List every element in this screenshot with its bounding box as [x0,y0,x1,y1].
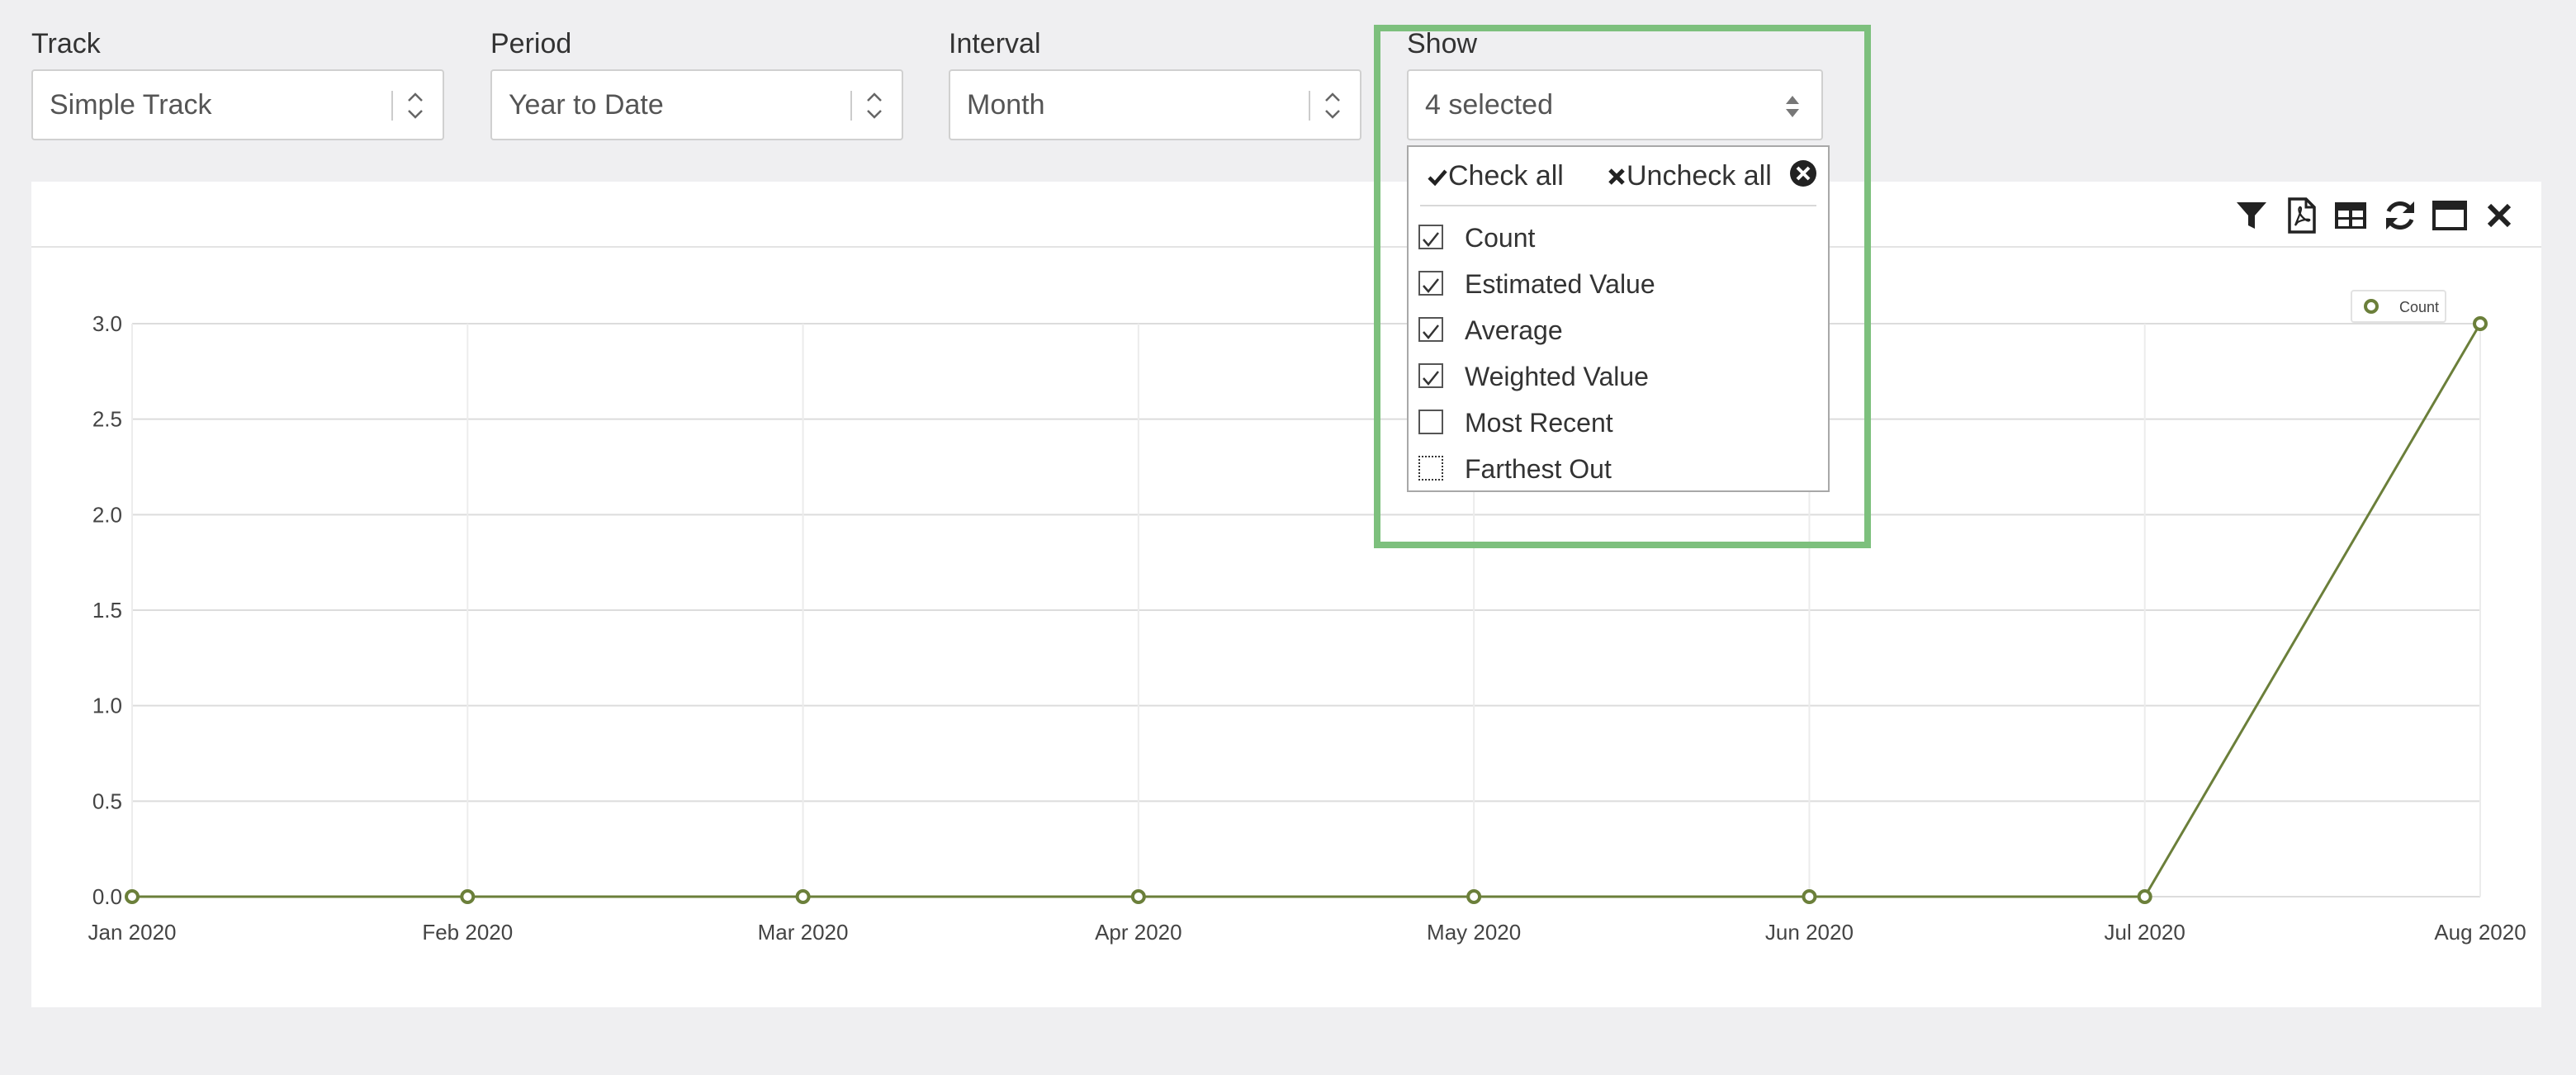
legend-label: Count [2399,299,2439,315]
x-tick-label: Jan 2020 [88,920,177,945]
y-axis-ticks: 0.0 0.5 1.0 1.5 2.0 2.5 3.0 [92,311,122,909]
x-tick-label: Aug 2020 [2434,920,2526,945]
x-tick-label: Jul 2020 [2105,920,2185,945]
y-tick-label: 3.0 [92,311,122,336]
data-point [1802,889,1817,904]
focus-highlight-box [1374,25,1871,548]
x-tick-label: Feb 2020 [422,920,513,945]
x-tick-label: Jun 2020 [1765,920,1854,945]
y-tick-label: 2.5 [92,407,122,432]
data-point [460,889,476,904]
y-tick-label: 0.0 [92,884,122,909]
x-axis-ticks: Jan 2020 Feb 2020 Mar 2020 Apr 2020 May 2020… [88,920,2526,945]
y-tick-label: 1.5 [92,598,122,623]
y-tick-label: 1.0 [92,694,122,718]
data-point [1130,889,1146,904]
x-tick-label: May 2020 [1427,920,1521,945]
chart-grid [131,323,2481,897]
x-tick-label: Mar 2020 [758,920,849,945]
data-point [125,889,140,904]
x-tick-label: Apr 2020 [1095,920,1182,945]
data-point [2473,316,2488,331]
y-tick-label: 2.0 [92,502,122,527]
data-point [795,889,811,904]
data-point [2137,889,2152,904]
y-tick-label: 0.5 [92,788,122,813]
chart-legend: Count [2351,290,2446,323]
data-point [1466,889,1482,904]
legend-marker [2364,299,2379,314]
line-chart: 0.0 0.5 1.0 1.5 2.0 2.5 3.0 Jan 2020 Feb 2020 Ma… [88,290,2526,945]
